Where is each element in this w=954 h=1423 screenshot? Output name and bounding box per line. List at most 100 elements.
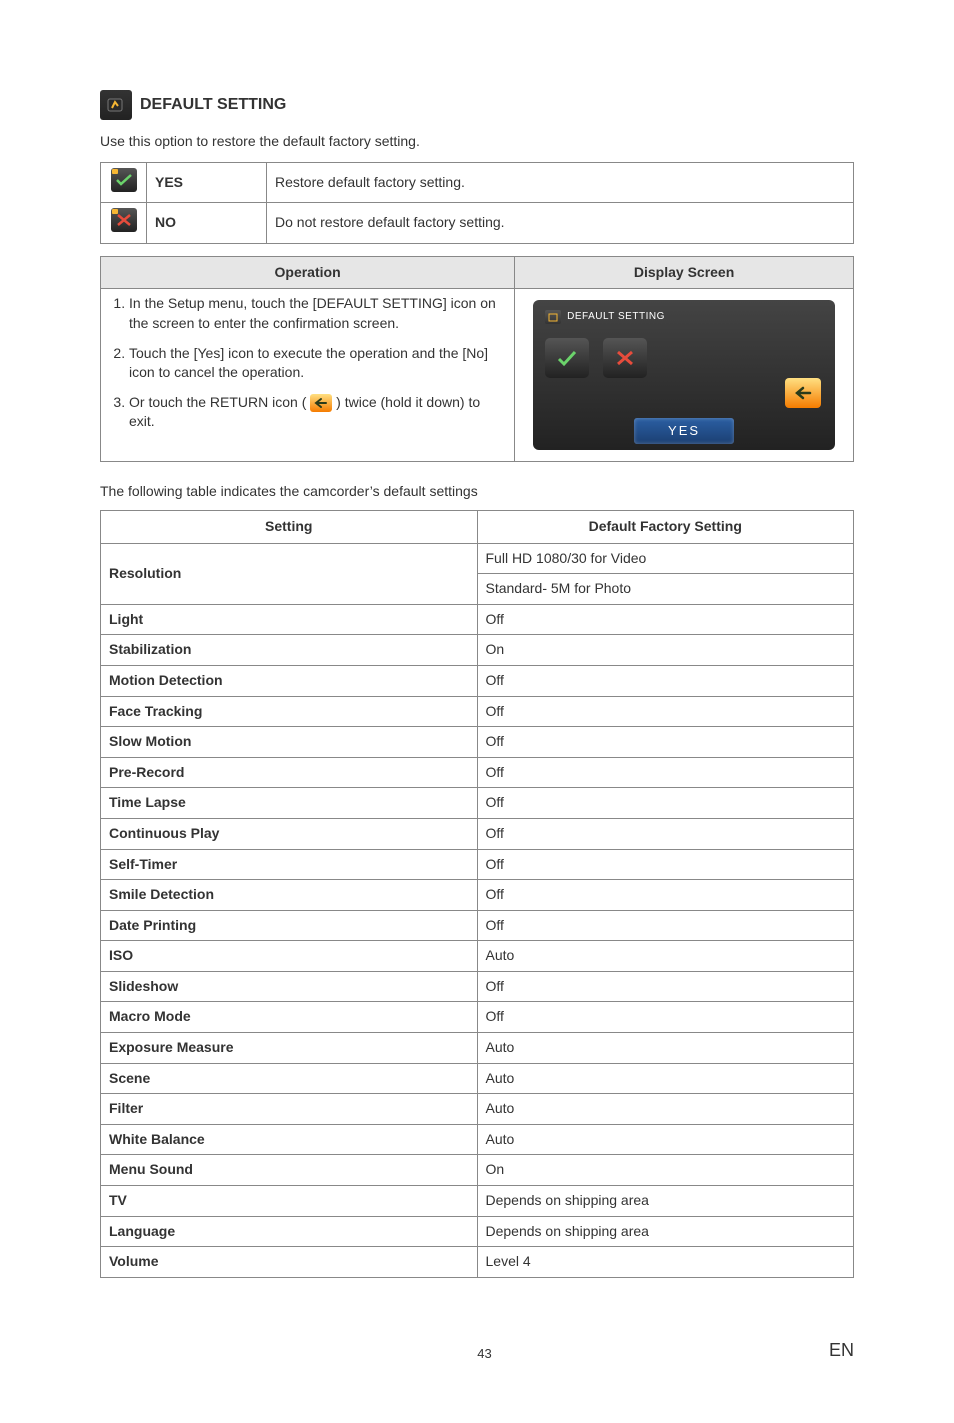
operation-steps-cell: In the Setup menu, touch the [DEFAULT SE… [101, 289, 515, 462]
setting-name: Resolution [101, 543, 478, 604]
mock-no-option [603, 338, 647, 378]
no-label: NO [147, 203, 267, 244]
setting-value: Auto [477, 1094, 854, 1125]
setting-value: Auto [477, 941, 854, 972]
table-row: StabilizationOn [101, 635, 854, 666]
no-icon [111, 208, 137, 232]
col-header-value: Default Factory Setting [477, 510, 854, 543]
setting-value: Off [477, 849, 854, 880]
setting-value: Off [477, 818, 854, 849]
table-row: Macro ModeOff [101, 1002, 854, 1033]
setting-name: White Balance [101, 1124, 478, 1155]
setting-name: Time Lapse [101, 788, 478, 819]
operation-display-table: Operation Display Screen In the Setup me… [100, 256, 854, 463]
table-row: FilterAuto [101, 1094, 854, 1125]
setting-value: Off [477, 757, 854, 788]
table-row: Time LapseOff [101, 788, 854, 819]
setting-name: TV [101, 1186, 478, 1217]
setting-name: Light [101, 604, 478, 635]
yes-option-icon-cell [101, 162, 147, 203]
table-row: LanguageDepends on shipping area [101, 1216, 854, 1247]
yes-no-table: YES Restore default factory setting. NO … [100, 162, 854, 244]
table-row: Pre-RecordOff [101, 757, 854, 788]
setting-name: Pre-Record [101, 757, 478, 788]
defaults-intro: The following table indicates the camcor… [100, 482, 854, 502]
setting-name: ISO [101, 941, 478, 972]
table-row: VolumeLevel 4 [101, 1247, 854, 1278]
step-3-text-a: Or touch the RETURN icon ( [129, 394, 306, 410]
default-setting-icon [100, 90, 132, 120]
setting-name: Exposure Measure [101, 1033, 478, 1064]
setting-name: Filter [101, 1094, 478, 1125]
setting-value: Depends on shipping area [477, 1216, 854, 1247]
display-header: Display Screen [515, 256, 854, 289]
table-row: Face TrackingOff [101, 696, 854, 727]
language-code: EN [829, 1338, 854, 1363]
setting-name: Volume [101, 1247, 478, 1278]
no-description: Do not restore default factory setting. [267, 203, 854, 244]
setting-value: Off [477, 788, 854, 819]
table-row: Slow MotionOff [101, 727, 854, 758]
table-row: Menu SoundOn [101, 1155, 854, 1186]
table-row: Motion DetectionOff [101, 665, 854, 696]
setting-value: Level 4 [477, 1247, 854, 1278]
setting-value: Off [477, 1002, 854, 1033]
setting-name: Slow Motion [101, 727, 478, 758]
setting-value: On [477, 635, 854, 666]
yes-icon [111, 168, 137, 192]
no-option-icon-cell [101, 203, 147, 244]
setting-value: Full HD 1080/30 for Video [477, 543, 854, 574]
mock-yes-bar: YES [634, 418, 734, 444]
display-screen-mock: DEFAULT SETTING YES [533, 300, 835, 450]
table-row: Date PrintingOff [101, 910, 854, 941]
setting-value: Auto [477, 1033, 854, 1064]
setting-name: Smile Detection [101, 880, 478, 911]
setting-name: Scene [101, 1063, 478, 1094]
section-heading: DEFAULT SETTING [100, 90, 854, 120]
table-row: NO Do not restore default factory settin… [101, 203, 854, 244]
page-number: 43 [140, 1345, 829, 1363]
mock-return-icon [785, 378, 821, 408]
table-row: Self-TimerOff [101, 849, 854, 880]
setting-name: Motion Detection [101, 665, 478, 696]
setting-value: Off [477, 604, 854, 635]
setting-value: Standard- 5M for Photo [477, 574, 854, 605]
table-row: ResolutionFull HD 1080/30 for Video [101, 543, 854, 574]
setting-name: Continuous Play [101, 818, 478, 849]
setting-value: Off [477, 971, 854, 1002]
setting-value: Off [477, 696, 854, 727]
mock-title: DEFAULT SETTING [567, 310, 665, 324]
setting-value: Off [477, 880, 854, 911]
setting-name: Slideshow [101, 971, 478, 1002]
yes-description: Restore default factory setting. [267, 162, 854, 203]
mock-yes-option [545, 338, 589, 378]
step-1: In the Setup menu, touch the [DEFAULT SE… [129, 294, 506, 333]
setting-value: Off [477, 727, 854, 758]
setting-name: Macro Mode [101, 1002, 478, 1033]
display-screen-cell: DEFAULT SETTING YES [515, 289, 854, 462]
yes-label: YES [147, 162, 267, 203]
setting-value: Off [477, 910, 854, 941]
table-row: SceneAuto [101, 1063, 854, 1094]
setting-name: Face Tracking [101, 696, 478, 727]
table-row: YES Restore default factory setting. [101, 162, 854, 203]
setting-name: Menu Sound [101, 1155, 478, 1186]
table-row: Exposure MeasureAuto [101, 1033, 854, 1064]
table-row: White BalanceAuto [101, 1124, 854, 1155]
setting-name: Language [101, 1216, 478, 1247]
mock-title-icon [545, 310, 561, 324]
return-icon [310, 394, 332, 412]
operation-header: Operation [101, 256, 515, 289]
table-row: Smile DetectionOff [101, 880, 854, 911]
setting-value: Off [477, 665, 854, 696]
defaults-table: Setting Default Factory Setting Resoluti… [100, 510, 854, 1278]
table-row: LightOff [101, 604, 854, 635]
col-header-setting: Setting [101, 510, 478, 543]
table-row: ISOAuto [101, 941, 854, 972]
step-3: Or touch the RETURN icon ( ) twice (hold… [129, 393, 506, 432]
setting-value: Depends on shipping area [477, 1186, 854, 1217]
setting-name: Date Printing [101, 910, 478, 941]
section-heading-text: DEFAULT SETTING [140, 94, 286, 116]
setting-name: Self-Timer [101, 849, 478, 880]
step-2: Touch the [Yes] icon to execute the oper… [129, 344, 506, 383]
